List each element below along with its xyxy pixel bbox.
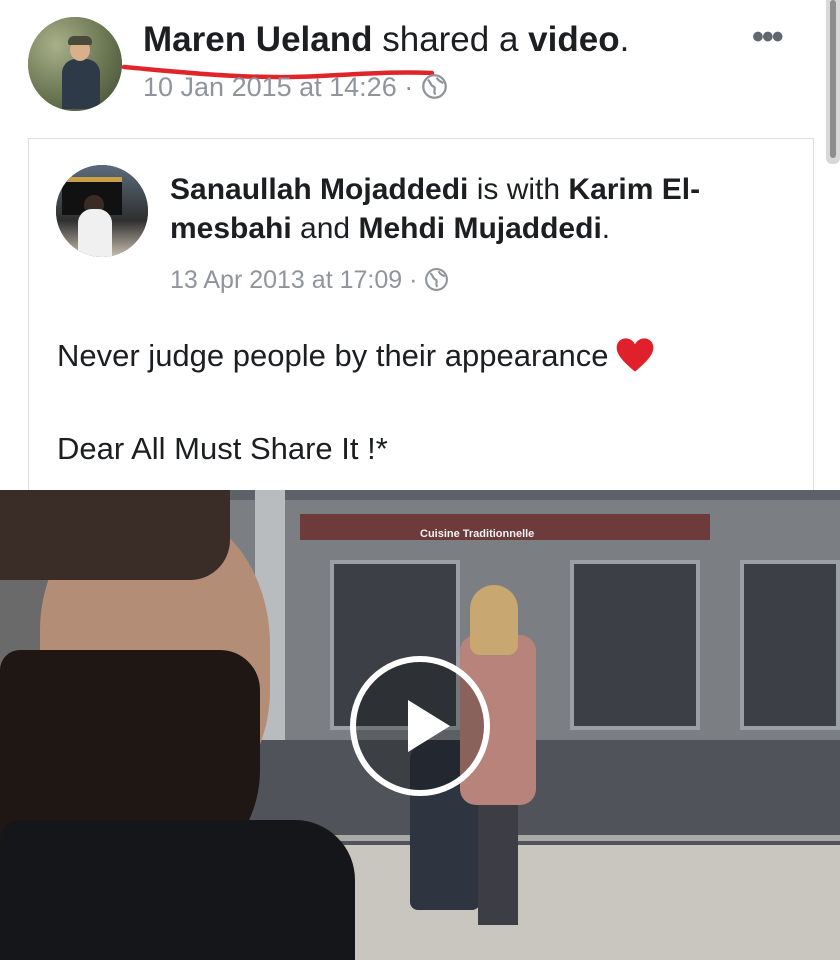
heart-icon xyxy=(616,338,653,372)
shared-author-link[interactable]: Sanaullah Mojaddedi xyxy=(170,173,468,206)
headline-end: . xyxy=(619,20,630,59)
video-link[interactable]: video xyxy=(528,20,619,59)
post-meta: 10 Jan 2015 at 14:26 · xyxy=(143,70,448,104)
shared-post-meta: 13 Apr 2013 at 17:09 · xyxy=(170,264,449,296)
with-text: is with xyxy=(468,173,569,206)
post-text-1: Never judge people by their appearance xyxy=(57,338,609,373)
action-text: shared a xyxy=(372,20,529,59)
and-text: and xyxy=(291,212,359,245)
play-button[interactable] xyxy=(350,656,490,796)
author-avatar[interactable] xyxy=(28,17,122,111)
tagged-user-2-link[interactable]: Mehdi Mujaddedi xyxy=(358,212,601,245)
avatar-person xyxy=(62,36,100,109)
railing xyxy=(320,835,840,841)
meta-separator: · xyxy=(402,266,425,294)
shop-sign: Cuisine Traditionnelle xyxy=(420,528,535,540)
post-body-line-1: Never judge people by their appearance xyxy=(57,336,655,375)
globe-icon[interactable] xyxy=(424,267,449,292)
bearded-man-figure xyxy=(0,490,360,960)
globe-icon[interactable] xyxy=(421,73,448,100)
shared-author-avatar[interactable] xyxy=(56,165,148,257)
post-headline: Maren Ueland shared a video. xyxy=(143,20,629,60)
scrollbar-thumb[interactable] xyxy=(830,0,836,158)
post-body-line-2: Dear All Must Share It !* xyxy=(57,431,388,466)
title-end: . xyxy=(601,212,611,245)
post-timestamp[interactable]: 10 Jan 2015 at 14:26 xyxy=(143,72,397,102)
shared-post-title: Sanaullah Mojaddedi is with Karim El-mes… xyxy=(170,170,770,248)
author-name-link[interactable]: Maren Ueland xyxy=(143,20,373,59)
shared-post-timestamp[interactable]: 13 Apr 2013 at 17:09 xyxy=(170,266,402,294)
play-icon xyxy=(408,700,450,752)
more-options-icon[interactable]: ••• xyxy=(752,20,784,54)
meta-separator: · xyxy=(396,72,421,102)
